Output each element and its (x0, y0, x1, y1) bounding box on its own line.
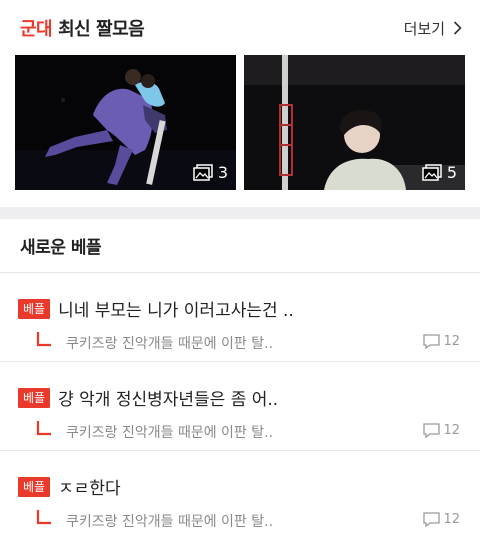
image-count: 5 (422, 163, 457, 182)
thumbnail-1[interactable]: 3 (15, 55, 236, 190)
section-title: 군대 최신 짤모음 (20, 15, 145, 41)
comment-icon (423, 334, 441, 349)
best-replies-section: 새로운 베플 베플 니네 부모는 니가 이러고사는건 .. 쿠키즈랑 진악개들 … (0, 219, 480, 539)
thumbnail-2[interactable]: 5 (244, 55, 465, 190)
section-header: 군대 최신 짤모음 더보기 (20, 16, 462, 40)
comment-count-value: 12 (443, 334, 460, 349)
list-item[interactable]: 베플 걍 악개 정신병자년들은 좀 어.. 쿠키즈랑 진악개들 때문에 이판 탈… (0, 362, 480, 451)
section-divider (0, 207, 480, 219)
post-title: ㅈㄹ한다 (58, 479, 121, 499)
reply-arrow-icon (36, 510, 51, 525)
reply-text: 쿠키즈랑 진악개들 때문에 이판 탈.. (66, 514, 274, 530)
best-badge: 베플 (18, 476, 51, 497)
post-title-row: 베플 걍 악개 정신병자년들은 좀 어.. (18, 385, 278, 410)
section-title-text: 최신 짤모음 (58, 19, 145, 40)
comment-icon (423, 512, 441, 527)
image-count-value: 5 (446, 163, 457, 182)
list-item[interactable]: 베플 ㅈㄹ한다 쿠키즈랑 진악개들 때문에 이판 탈.. 12 (0, 451, 480, 539)
list-item[interactable]: 베플 니네 부모는 니가 이러고사는건 .. 쿠키즈랑 진악개들 때문에 이판 … (0, 273, 480, 362)
reply-arrow-icon (36, 332, 51, 347)
comment-count: 12 (423, 423, 460, 438)
reply-arrow-icon (36, 421, 51, 436)
post-title: 니네 부모는 니가 이러고사는건 .. (58, 301, 294, 321)
category-label: 군대 (20, 19, 53, 40)
gallery-icon (193, 164, 213, 181)
reply-text: 쿠키즈랑 진악개들 때문에 이판 탈.. (66, 425, 274, 441)
post-title-row: 베플 니네 부모는 니가 이러고사는건 .. (18, 296, 294, 321)
latest-images-section: 군대 최신 짤모음 더보기 3 5 (0, 0, 480, 207)
comment-count-value: 12 (443, 512, 460, 527)
comment-count: 12 (423, 334, 460, 349)
image-count-value: 3 (217, 163, 228, 182)
post-title: 걍 악개 정신병자년들은 좀 어.. (58, 390, 279, 410)
comment-count-value: 12 (443, 423, 460, 438)
more-link[interactable]: 더보기 (404, 18, 462, 39)
reply-text: 쿠키즈랑 진악개들 때문에 이판 탈.. (66, 336, 274, 352)
gallery-icon (422, 164, 442, 181)
section-title: 새로운 베플 (20, 238, 102, 258)
thumbnail-row: 3 5 (15, 55, 465, 190)
chevron-right-icon (453, 21, 462, 35)
best-badge: 베플 (18, 387, 51, 408)
post-title-row: 베플 ㅈㄹ한다 (18, 474, 121, 499)
more-link-label: 더보기 (403, 19, 445, 38)
comment-icon (423, 423, 441, 438)
comment-count: 12 (423, 512, 460, 527)
best-badge: 베플 (18, 298, 51, 319)
image-count: 3 (193, 163, 228, 182)
section-header: 새로운 베플 (0, 219, 480, 273)
